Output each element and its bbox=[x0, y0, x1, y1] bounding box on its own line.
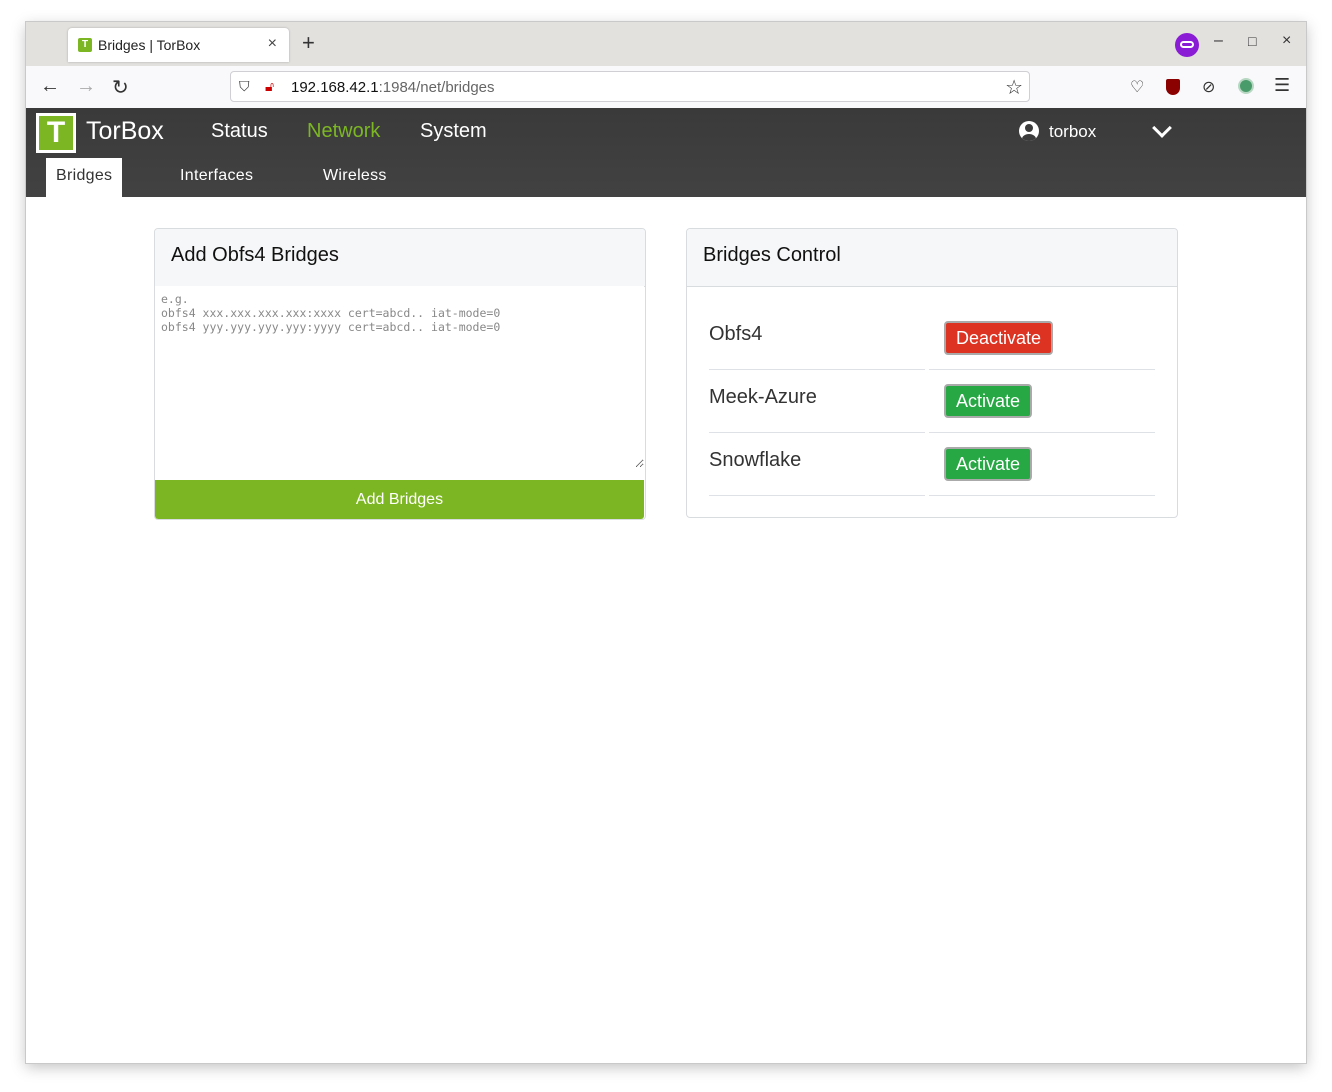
bridges-input[interactable] bbox=[155, 286, 644, 468]
url-bar[interactable]: ⛉ 🔓︎ 192.168.42.1:1984/net/bridges ☆ bbox=[230, 71, 1030, 102]
private-mask-icon bbox=[1175, 33, 1199, 57]
subnav-interfaces[interactable]: Interfaces bbox=[180, 160, 253, 197]
logo-letter: T bbox=[39, 116, 73, 150]
torbox-logo[interactable]: T bbox=[36, 113, 76, 153]
back-arrow-icon[interactable]: ← bbox=[40, 75, 60, 98]
bridge-name: Meek-Azure bbox=[709, 386, 817, 408]
subnav-bridges[interactable]: Bridges bbox=[46, 158, 123, 197]
url-path: :1984/net/bridges bbox=[378, 79, 495, 96]
url-host: 192.168.42.1 bbox=[291, 79, 379, 96]
activate-snowflake-button[interactable]: Activate bbox=[944, 447, 1033, 481]
url-text[interactable]: 192.168.42.1:1984/net/bridges bbox=[291, 79, 495, 96]
add-bridges-button[interactable]: Add Bridges bbox=[155, 480, 644, 519]
shield-icon[interactable]: ⛉ bbox=[239, 78, 250, 95]
extension-eye-icon[interactable]: ⊘ bbox=[1202, 77, 1215, 97]
bookmark-star-icon[interactable]: ☆ bbox=[1005, 75, 1023, 100]
add-bridges-title: Add Obfs4 Bridges bbox=[155, 229, 645, 287]
app-header: T TorBox Status Network System torbox Br… bbox=[26, 108, 1306, 197]
nav-system[interactable]: System bbox=[420, 120, 487, 143]
forward-arrow-icon[interactable]: → bbox=[76, 75, 96, 98]
new-tab-button[interactable]: + bbox=[302, 30, 315, 56]
tab-close-icon[interactable]: × bbox=[268, 35, 277, 53]
minimize-button[interactable]: – bbox=[1214, 32, 1223, 50]
username[interactable]: torbox bbox=[1049, 122, 1096, 142]
bridges-control-card: Bridges Control Obfs4 Deactivate Meek-Az… bbox=[686, 228, 1178, 518]
nav-network[interactable]: Network bbox=[307, 120, 380, 143]
close-window-button[interactable]: × bbox=[1282, 32, 1291, 50]
bridge-name: Snowflake bbox=[709, 449, 802, 471]
extension-circle-icon[interactable] bbox=[1238, 78, 1254, 94]
bridge-row-snowflake: Snowflake Activate bbox=[709, 433, 1155, 496]
reload-icon[interactable]: ↻ bbox=[112, 75, 129, 100]
row-divider bbox=[929, 495, 1155, 496]
insecure-lock-icon[interactable]: 🔓︎ bbox=[265, 78, 274, 95]
browser-nav-bar: ← → ↻ ⛉ 🔓︎ 192.168.42.1:1984/net/bridges… bbox=[26, 66, 1306, 109]
subnav-wireless[interactable]: Wireless bbox=[323, 160, 387, 197]
pocket-icon[interactable]: ♡ bbox=[1130, 77, 1144, 97]
bridges-control-title: Bridges Control bbox=[687, 229, 1177, 287]
tab-bar: T Bridges | TorBox × + – □ × bbox=[26, 22, 1306, 66]
ublock-icon[interactable] bbox=[1166, 79, 1180, 95]
brand-name[interactable]: TorBox bbox=[86, 117, 164, 146]
chevron-down-icon[interactable] bbox=[1152, 118, 1172, 138]
menu-icon[interactable]: ☰ bbox=[1274, 75, 1290, 96]
torbox-favicon-icon: T bbox=[78, 38, 92, 52]
deactivate-obfs4-button[interactable]: Deactivate bbox=[944, 321, 1054, 355]
browser-window: T Bridges | TorBox × + – □ × ← → ↻ ⛉ 🔓︎ … bbox=[26, 22, 1306, 1063]
activate-meek-azure-button[interactable]: Activate bbox=[944, 384, 1033, 418]
nav-status[interactable]: Status bbox=[211, 120, 268, 143]
bridge-row-meek-azure: Meek-Azure Activate bbox=[709, 370, 1155, 433]
maximize-button[interactable]: □ bbox=[1248, 33, 1256, 49]
bridge-name: Obfs4 bbox=[709, 323, 763, 345]
user-avatar-icon[interactable] bbox=[1019, 121, 1039, 141]
browser-tab[interactable]: T Bridges | TorBox × bbox=[68, 28, 289, 62]
add-bridges-card: Add Obfs4 Bridges Add Bridges bbox=[154, 228, 646, 520]
bridge-row-obfs4: Obfs4 Deactivate bbox=[709, 307, 1155, 370]
row-divider bbox=[709, 495, 925, 496]
tab-title: Bridges | TorBox bbox=[98, 37, 201, 53]
